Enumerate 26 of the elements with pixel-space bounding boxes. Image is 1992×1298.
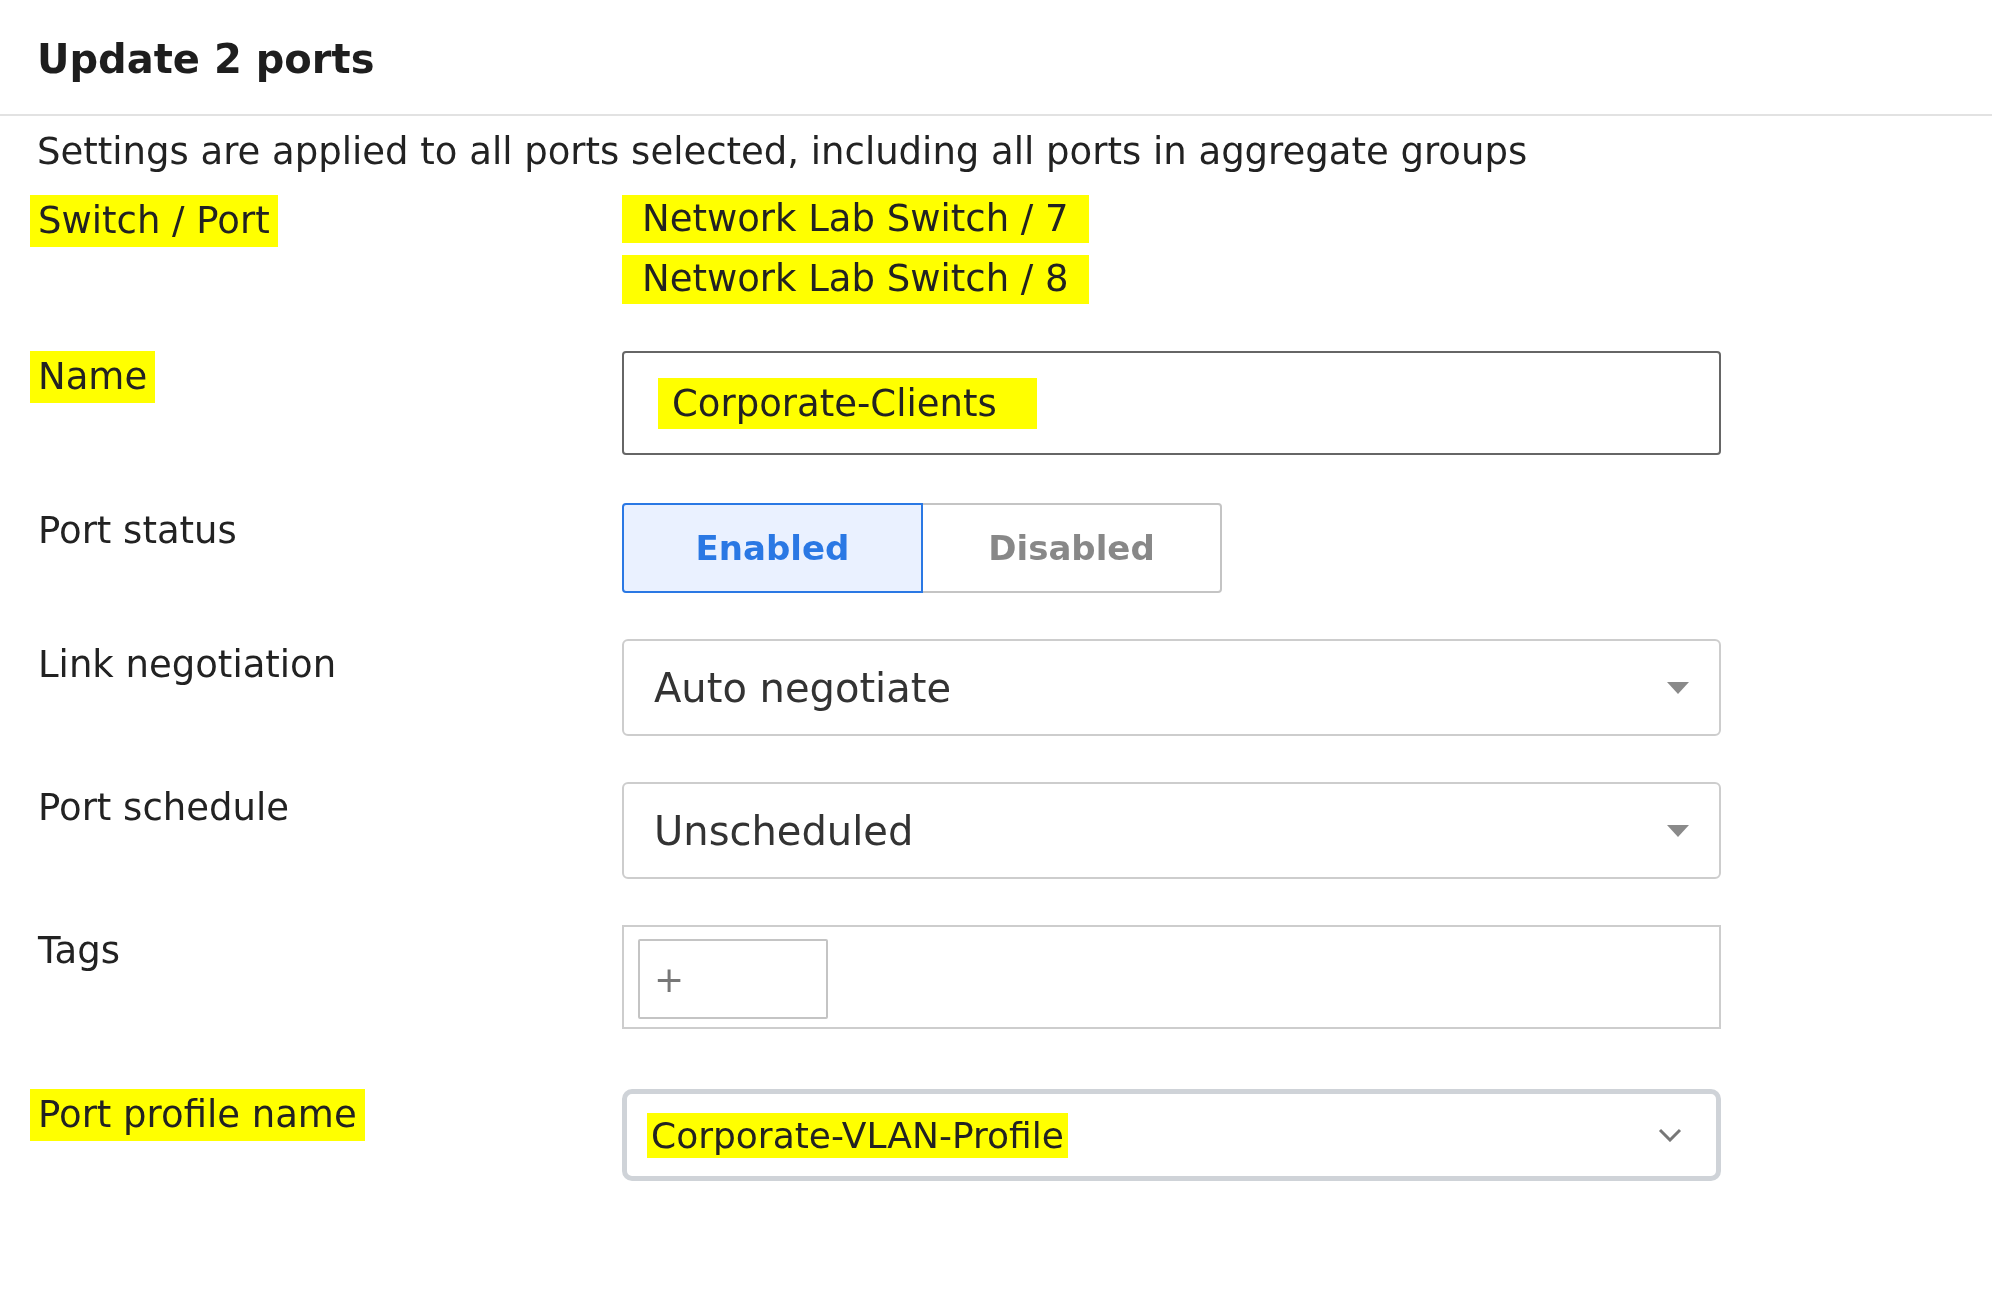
field-label: Link negotiation <box>37 642 338 688</box>
field-label: Port schedule <box>37 785 290 831</box>
chevron-down-icon <box>1658 1128 1682 1142</box>
dropdown-triangle-icon <box>1667 681 1689 694</box>
dropdown-select[interactable]: Unscheduled <box>622 782 1721 879</box>
name-input-field[interactable]: Corporate-Clients <box>622 351 1721 455</box>
field-label: Tags <box>37 928 121 974</box>
description-text: Settings are applied to all ports selected, including all ports in aggregate groups <box>36 129 1529 173</box>
select-value: Auto negotiate <box>654 664 951 711</box>
switch-port-text: Network Lab Switch / 8 <box>622 255 1089 304</box>
status-toggle-button[interactable]: Enabled <box>622 503 923 593</box>
field-label: Switch / Port <box>30 195 278 248</box>
dropdown-triangle-icon <box>1667 824 1689 837</box>
status-toggle-button[interactable]: Disabled <box>923 503 1222 593</box>
profile-dropdown[interactable]: Corporate-VLAN-Profile <box>622 1089 1721 1181</box>
tags-field[interactable]: + <box>622 925 1721 1029</box>
dropdown-select[interactable]: Auto negotiate <box>622 639 1721 736</box>
field-label: Name <box>30 351 156 404</box>
select-value: Unscheduled <box>654 807 914 854</box>
switch-port-text: Network Lab Switch / 7 <box>622 195 1089 244</box>
add-tag-button[interactable]: + <box>638 939 828 1019</box>
select-value: Corporate-VLAN-Profile <box>647 1112 1068 1158</box>
dialog-title: Update 2 ports <box>37 36 376 82</box>
field-label: Port profile name <box>30 1089 365 1142</box>
field-label: Port status <box>37 508 238 554</box>
input-value: Corporate-Clients <box>658 377 1037 429</box>
